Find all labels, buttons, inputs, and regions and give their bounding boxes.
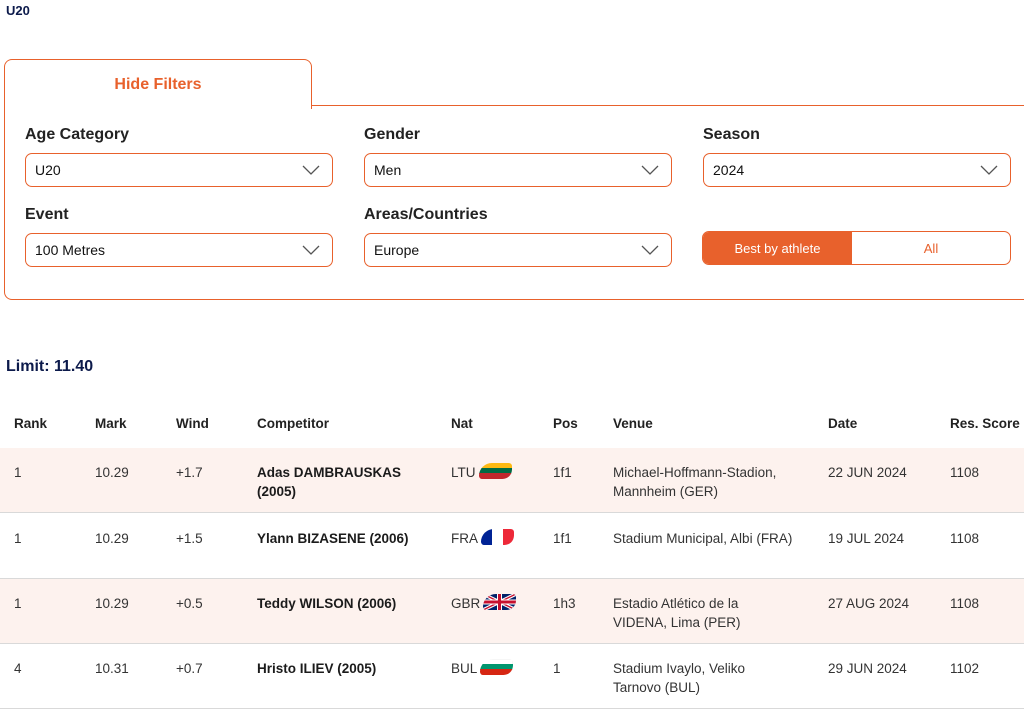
season-value: 2024 (713, 162, 745, 178)
best-by-athlete-button[interactable]: Best by athlete (703, 232, 852, 264)
gender-label: Gender (364, 126, 421, 143)
table-row: 1 10.29 +1.7 Adas DAMBRAUSKAS (2005) LTU… (0, 448, 1024, 513)
venue-cell: Stadium Municipal, Albi (FRA) (613, 531, 793, 546)
mark-cell: 10.31 (95, 661, 129, 676)
mark-cell: 10.29 (95, 531, 129, 546)
header-rank: Rank (14, 416, 48, 431)
nat-code: LTU (451, 465, 476, 480)
date-cell: 27 AUG 2024 (828, 596, 910, 611)
nat-cell: LTU (451, 463, 512, 482)
season-label: Season (703, 126, 760, 143)
gender-value: Men (374, 162, 402, 178)
chevron-down-icon (641, 245, 659, 255)
chevron-down-icon (641, 165, 659, 175)
rank-cell: 1 (14, 596, 22, 611)
event-label: Event (25, 206, 69, 223)
gender-select[interactable]: Men (364, 153, 672, 187)
table-row: 1 10.29 +1.5 Ylann BIZASENE (2006) FRA 1… (0, 514, 1024, 579)
nat-cell: FRA (451, 529, 514, 548)
age-category-select[interactable]: U20 (25, 153, 333, 187)
wind-cell: +0.7 (176, 661, 203, 676)
rank-cell: 1 (14, 465, 22, 480)
header-wind: Wind (176, 416, 209, 431)
hide-filters-tab[interactable]: Hide Filters (4, 59, 312, 109)
wind-cell: +1.7 (176, 465, 203, 480)
pos-cell: 1f1 (553, 531, 572, 546)
lithuania-flag-icon (478, 463, 512, 479)
table-header: Rank Mark Wind Competitor Nat Pos Venue … (0, 413, 1024, 437)
france-flag-icon (481, 529, 514, 545)
competitor-link[interactable]: Adas DAMBRAUSKAS (2005) (257, 463, 427, 501)
header-competitor: Competitor (257, 416, 329, 431)
uk-flag-icon (483, 594, 517, 610)
nat-code: GBR (451, 596, 481, 611)
limit-label: Limit: 11.40 (6, 358, 94, 375)
mark-cell: 10.29 (95, 465, 129, 480)
score-cell: 1108 (950, 596, 980, 611)
date-cell: 19 JUL 2024 (828, 531, 905, 546)
wind-cell: +1.5 (176, 531, 203, 546)
areas-select[interactable]: Europe (364, 233, 672, 267)
page-top-label: U20 (6, 3, 30, 18)
pos-cell: 1f1 (553, 465, 572, 480)
header-venue: Venue (613, 416, 653, 431)
competitor-link[interactable]: Ylann BIZASENE (2006) (257, 529, 437, 548)
table-row: 1 10.29 +0.5 Teddy WILSON (2006) GBR 1h3… (0, 579, 1024, 644)
table-row: 4 10.31 +0.7 Hristo ILIEV (2005) BUL 1 S… (0, 644, 1024, 709)
header-mark: Mark (95, 416, 127, 431)
event-select[interactable]: 100 Metres (25, 233, 333, 267)
nat-cell: GBR (451, 594, 517, 613)
score-cell: 1108 (950, 465, 980, 480)
nat-code: BUL (451, 661, 478, 676)
mark-cell: 10.29 (95, 596, 129, 611)
nat-cell: BUL (451, 659, 514, 678)
results-mode-toggle: Best by athlete All (702, 231, 1011, 265)
nat-code: FRA (451, 531, 478, 546)
areas-label: Areas/Countries (364, 206, 488, 223)
pos-cell: 1h3 (553, 596, 576, 611)
season-select[interactable]: 2024 (703, 153, 1011, 187)
filter-panel (4, 106, 1024, 300)
score-cell: 1108 (950, 531, 980, 546)
venue-cell: Stadium Ivaylo, Veliko Tarnovo (BUL) (613, 661, 746, 695)
rank-cell: 1 (14, 531, 22, 546)
rank-cell: 4 (14, 661, 22, 676)
header-score: Res. Score (950, 416, 1020, 431)
age-category-label: Age Category (25, 126, 130, 143)
header-pos: Pos (553, 416, 578, 431)
hide-filters-label: Hide Filters (114, 75, 202, 93)
wind-cell: +0.5 (176, 596, 203, 611)
all-button[interactable]: All (852, 232, 1010, 264)
age-category-value: U20 (35, 162, 61, 178)
date-cell: 29 JUN 2024 (828, 661, 907, 676)
chevron-down-icon (302, 165, 320, 175)
bulgaria-flag-icon (480, 659, 514, 675)
chevron-down-icon (302, 245, 320, 255)
venue-cell: Estadio Atlético de la VIDENA, Lima (PER… (613, 596, 741, 630)
competitor-link[interactable]: Teddy WILSON (2006) (257, 594, 427, 613)
score-cell: 1102 (950, 661, 980, 676)
chevron-down-icon (980, 165, 998, 175)
areas-value: Europe (374, 242, 420, 258)
event-value: 100 Metres (35, 242, 106, 258)
header-nat: Nat (451, 416, 473, 431)
date-cell: 22 JUN 2024 (828, 465, 907, 480)
venue-cell: Michael-Hoffmann-Stadion, Mannheim (GER) (613, 465, 777, 499)
pos-cell: 1 (553, 661, 561, 676)
competitor-link[interactable]: Hristo ILIEV (2005) (257, 659, 427, 678)
header-date: Date (828, 416, 858, 431)
